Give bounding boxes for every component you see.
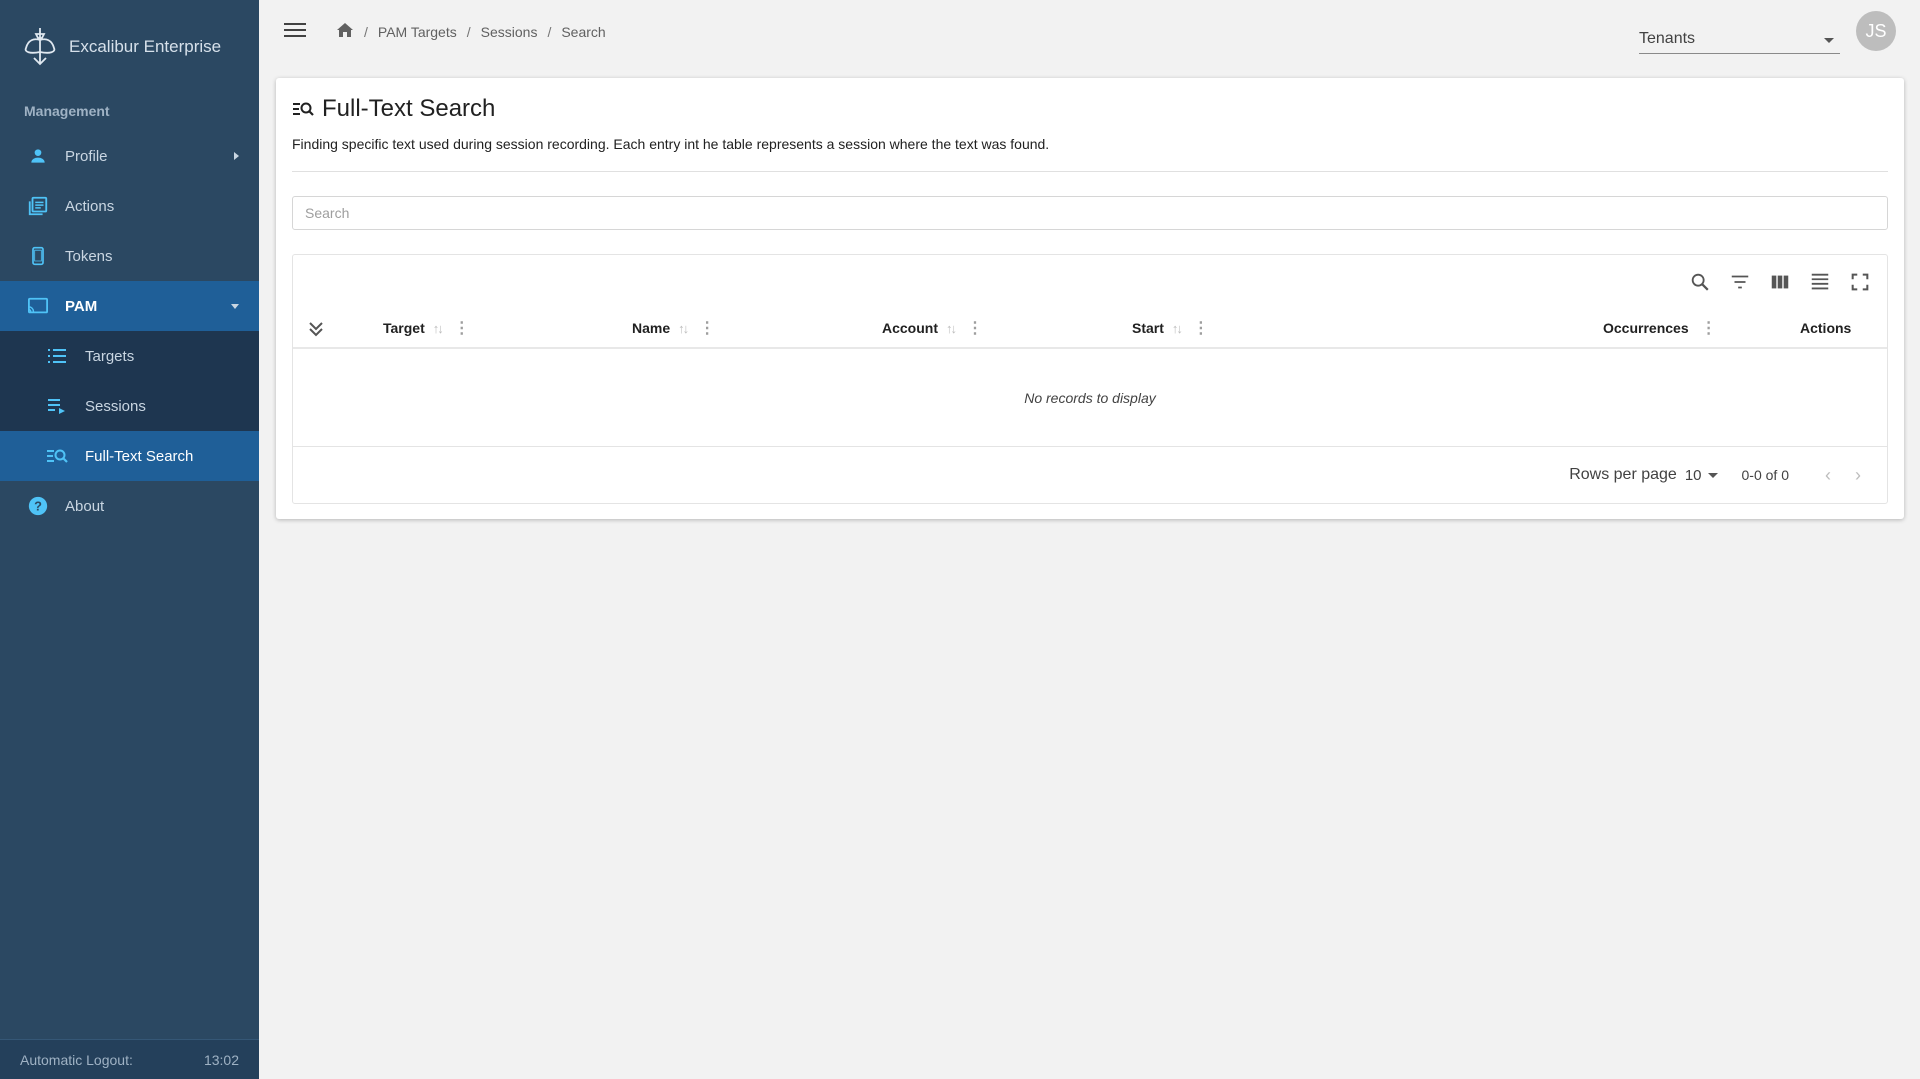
search-input[interactable] [292,196,1888,230]
breadcrumb-separator: / [466,23,471,40]
breadcrumb-pam-targets[interactable]: PAM Targets [378,24,457,40]
breadcrumb-sessions[interactable]: Sessions [481,24,538,40]
fullscreen-icon[interactable] [1847,269,1873,295]
column-label: Name [632,320,671,336]
pagination: Rows per page 10 0-0 of 0 ‹ › [1569,457,1873,493]
sidebar-item-label: Profile [65,147,108,165]
table-toolbar [1687,269,1873,295]
rows-per-page-select[interactable]: 10 [1685,467,1718,484]
rows-per-page-label: Rows per page [1569,466,1677,483]
page-title: Full-Text Search [322,95,496,122]
sidebar-item-label: Full-Text Search [85,447,194,465]
help-circle-icon: ? [27,495,49,517]
text-search-icon [293,102,314,116]
brand[interactable]: Excalibur Enterprise [20,26,221,68]
sidebar-item-label: Sessions [85,397,146,415]
tenants-label: Tenants [1639,30,1696,47]
table-header: Target ↑↓ ⋮ Name ↑↓ ⋮ Account ↑↓ ⋮ Start… [293,307,1887,349]
breadcrumb-separator: / [547,23,552,40]
actions-list-icon [27,195,49,217]
sidebar-item-full-text-search[interactable]: Full-Text Search [0,431,259,481]
column-header-actions: Actions [1800,318,1851,338]
menu-icon [284,29,306,31]
column-header-account[interactable]: Account ↑↓ ⋮ [882,318,983,338]
page-header: Full-Text Search [292,95,495,123]
avatar[interactable]: JS [1856,11,1896,51]
auto-logout-timer: 13:02 [203,1051,239,1068]
chevron-down-icon [1824,38,1834,43]
column-label: Start [1132,320,1164,336]
sidebar-item-profile[interactable]: Profile [0,131,259,181]
cast-screen-icon [27,295,49,317]
svg-text:?: ? [34,499,42,514]
sidebar-item-tokens[interactable]: Tokens [0,231,259,281]
auto-logout-footer: Automatic Logout: 13:02 [0,1039,259,1079]
column-header-occurrences[interactable]: Occurrences ⋮ [1603,318,1717,338]
column-header-start[interactable]: Start ↑↓ ⋮ [1132,318,1209,338]
column-label: Actions [1800,320,1852,336]
sidebar-item-pam[interactable]: PAM [0,281,259,331]
column-menu-icon[interactable]: ⋮ [454,318,470,338]
results-table: Target ↑↓ ⋮ Name ↑↓ ⋮ Account ↑↓ ⋮ Start… [292,254,1888,504]
sidebar-item-targets[interactable]: Targets [0,331,259,381]
filter-icon[interactable] [1727,269,1753,295]
search-icon[interactable] [1687,269,1713,295]
column-menu-icon[interactable]: ⋮ [967,318,983,338]
page-description: Finding specific text used during sessio… [292,136,1050,152]
phone-token-icon [27,245,49,267]
chevron-right-icon [234,152,239,160]
app-name: Excalibur Enterprise [69,37,222,56]
column-header-target[interactable]: Target ↑↓ ⋮ [383,318,470,338]
sidebar-item-sessions[interactable]: Sessions [0,381,259,431]
expand-all-icon[interactable] [306,319,326,339]
sidebar-item-label: Targets [85,347,135,365]
playlist-play-icon [46,395,68,417]
chevron-down-icon [231,303,239,309]
search-card: Full-Text Search Finding specific text u… [276,78,1904,519]
auto-logout-label: Automatic Logout: [20,1051,133,1068]
sort-icon[interactable]: ↑↓ [678,321,689,336]
sidebar: Excalibur Enterprise Management Profile … [0,0,259,1079]
menu-icon [284,23,306,25]
density-icon[interactable] [1807,269,1833,295]
column-label: Occurrences [1603,320,1689,336]
rows-per-page-value: 10 [1684,466,1702,484]
menu-icon [284,35,306,37]
columns-icon[interactable] [1767,269,1793,295]
page-range: 0-0 of 0 [1741,467,1789,483]
column-label: Account [882,320,938,336]
column-menu-icon[interactable]: ⋮ [1701,318,1717,338]
sort-icon[interactable]: ↑↓ [433,321,444,336]
excalibur-logo-icon [24,28,56,66]
sidebar-item-about[interactable]: ? About [0,481,259,531]
column-header-name[interactable]: Name ↑↓ ⋮ [632,318,715,338]
sidebar-item-actions[interactable]: Actions [0,181,259,231]
sidebar-item-label: Tokens [65,247,113,265]
empty-state: No records to display [293,349,1887,447]
column-label: Target [383,320,425,336]
chevron-down-icon [1707,472,1718,478]
sort-icon[interactable]: ↑↓ [1172,321,1183,336]
tenants-select[interactable]: Tenants [1639,24,1840,54]
hamburger-menu-button[interactable] [284,20,306,42]
column-menu-icon[interactable]: ⋮ [699,318,715,338]
column-menu-icon[interactable]: ⋮ [1193,318,1209,338]
section-label-management: Management [24,103,110,119]
breadcrumb-search: Search [561,23,606,40]
divider [292,171,1888,172]
breadcrumb: / PAM Targets / Sessions / Search [336,22,606,41]
sidebar-item-label: About [65,497,105,515]
sidebar-item-label: Actions [65,197,115,215]
breadcrumb-separator: / [364,23,368,40]
list-icon [46,345,68,367]
home-icon[interactable] [336,22,354,41]
next-page-icon[interactable]: › [1843,460,1873,490]
person-icon [27,145,49,167]
sort-icon[interactable]: ↑↓ [946,321,957,336]
sidebar-item-label: PAM [65,297,98,315]
pam-subnav: Targets Sessions Full-Text Search [0,331,259,481]
prev-page-icon[interactable]: ‹ [1813,460,1843,490]
text-search-icon [46,445,68,467]
